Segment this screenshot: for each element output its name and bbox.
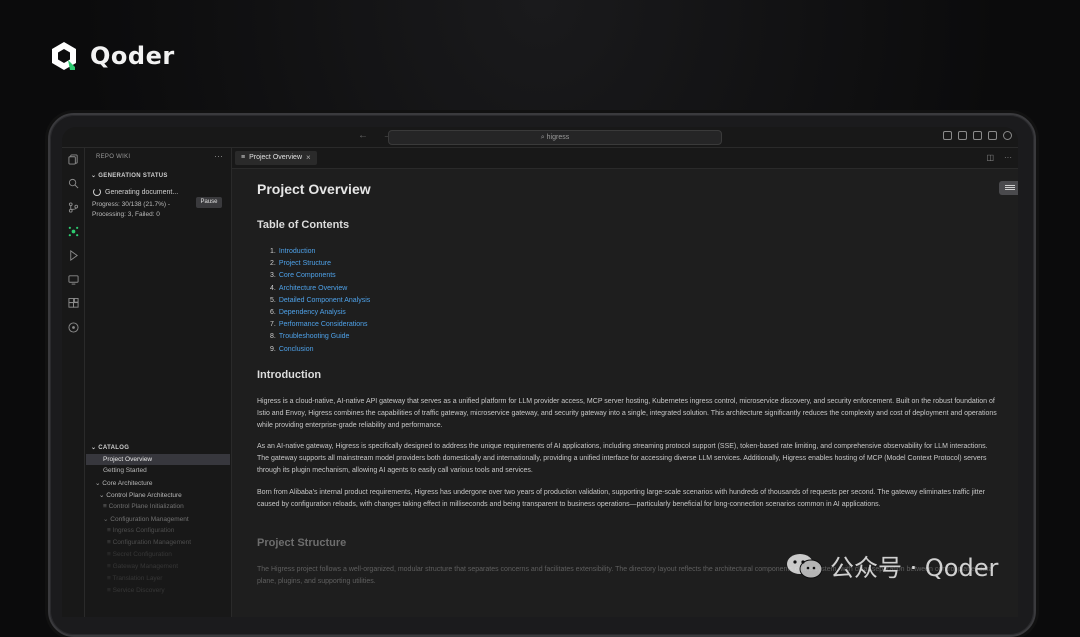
editor-tab-bar: ≡ Project Overview × ◫ ···: [232, 148, 1018, 169]
catalog-item-label: Core Architecture: [102, 480, 153, 487]
split-editor-icon[interactable]: ◫: [986, 153, 994, 162]
catalog-item-control-plane-initialization[interactable]: ≡ Control Plane Initialization: [103, 503, 184, 510]
wechat-icon: [787, 553, 823, 578]
tab-project-overview[interactable]: ≡ Project Overview ×: [235, 151, 317, 165]
source-control-icon[interactable]: [67, 202, 79, 214]
progress-text: Progress: 30/138 (21.7%) -: [92, 201, 171, 208]
toggle-sidebar-icon[interactable]: [958, 131, 967, 140]
loading-spinner-icon: [93, 188, 101, 196]
compass-icon[interactable]: [67, 322, 79, 334]
catalog-item-translation-layer[interactable]: ≡ Translation Layer: [107, 575, 162, 582]
command-search-input[interactable]: ⌕ higress: [388, 130, 722, 145]
catalog-item-getting-started[interactable]: Getting Started: [103, 467, 147, 474]
generation-status-row: Generating document...: [93, 188, 178, 196]
project-structure-heading: Project Structure: [257, 537, 347, 549]
brand-name: Qoder: [90, 42, 175, 70]
toc-item[interactable]: 7. Performance Considerations: [270, 319, 370, 331]
toc-item[interactable]: 6. Dependency Analysis: [270, 307, 370, 319]
catalog-item-label: Secret Configuration: [112, 551, 172, 558]
toc-heading: Table of Contents: [257, 219, 350, 231]
watermark-text: 公众号 · Qoder: [830, 554, 999, 582]
introduction-heading: Introduction: [257, 369, 322, 381]
catalog-heading[interactable]: ⌄ CATALOG: [91, 444, 129, 451]
toc-item[interactable]: 9. Conclusion: [270, 344, 370, 356]
generation-status-label: GENERATION STATUS: [98, 173, 168, 179]
account-icon[interactable]: [1003, 131, 1012, 140]
toc-item[interactable]: 2. Project Structure: [270, 258, 370, 270]
catalog-item-project-overview[interactable]: Project Overview: [86, 454, 230, 465]
tab-label: Project Overview: [249, 154, 302, 161]
catalog-item-secret-configuration[interactable]: ≡ Secret Configuration: [107, 551, 172, 558]
table-of-contents: 1. Introduction 2. Project Structure 3. Cor…: [270, 246, 370, 356]
toc-item[interactable]: 8. Troubleshooting Guide: [270, 331, 370, 343]
catalog-item-configuration-management-2[interactable]: ≡ Configuration Management: [107, 539, 191, 546]
toc-item[interactable]: 4. Architecture Overview: [270, 283, 370, 295]
wechat-watermark: 公众号 · Qoder: [786, 548, 998, 583]
remote-icon[interactable]: [67, 274, 79, 286]
generation-status-text: Generating document...: [105, 188, 179, 196]
catalog-item-core-architecture[interactable]: ⌄ Core Architecture: [95, 479, 152, 487]
activity-bar: [62, 148, 85, 617]
catalog-item-label: Control Plane Initialization: [108, 503, 184, 510]
intro-paragraph-1: Higress is a cloud-native, AI-native API…: [257, 398, 997, 430]
layout-icon[interactable]: [943, 131, 952, 140]
brand-header: Qoder: [48, 40, 175, 72]
menu-icon: [1005, 185, 1015, 186]
intro-paragraph-3: Born from Alibaba's internal product req…: [257, 489, 985, 509]
page-title: Project Overview: [257, 181, 371, 197]
generation-status-heading[interactable]: ⌄ GENERATION STATUS: [91, 172, 168, 179]
catalog-item-configuration-management[interactable]: ⌄ Configuration Management: [103, 515, 189, 523]
toc-item[interactable]: 3. Core Components: [270, 270, 370, 282]
toggle-secondary-sidebar-icon[interactable]: [988, 131, 997, 140]
catalog-item-label: Configuration Management: [112, 539, 192, 546]
search-text: higress: [546, 134, 570, 141]
catalog-item-service-discovery[interactable]: ≡ Service Discovery: [107, 587, 165, 594]
more-icon[interactable]: ···: [1004, 153, 1012, 162]
document-menu-button[interactable]: [999, 181, 1018, 195]
catalog-item-control-plane-architecture[interactable]: ⌄ Control Plane Architecture: [99, 491, 182, 499]
catalog-label: CATALOG: [98, 445, 130, 451]
doc-icon: ≡: [241, 154, 246, 161]
catalog-item-gateway-management[interactable]: ≡ Gateway Management: [107, 563, 178, 570]
repo-wiki-panel: REPO WIKI ··· ⌄ GENERATION STATUS Genera…: [85, 148, 232, 617]
toggle-panel-icon[interactable]: [973, 131, 982, 140]
catalog-item-label: Gateway Management: [112, 563, 179, 570]
repo-wiki-icon[interactable]: [67, 226, 79, 238]
pause-button[interactable]: Pause: [196, 197, 222, 208]
catalog-item-label: Ingress Configuration: [112, 527, 175, 534]
catalog-item-label: Translation Layer: [112, 575, 163, 582]
run-debug-icon[interactable]: [67, 250, 79, 262]
processing-text: Processing: 3, Failed: 0: [92, 211, 160, 218]
qoder-logo-icon: [52, 42, 76, 70]
ide-window: ← → ⌕ higress REPO WIKI ··· ⌄ GENERATION…: [62, 127, 1018, 617]
catalog-item-ingress-configuration[interactable]: ≡ Ingress Configuration: [107, 527, 174, 534]
search-icon[interactable]: [67, 178, 79, 190]
intro-paragraph-2: As an AI-native gateway, Higress is spec…: [257, 443, 988, 475]
files-icon[interactable]: [67, 154, 79, 166]
panel-title: REPO WIKI: [96, 154, 131, 160]
close-icon[interactable]: ×: [306, 151, 311, 165]
catalog-item-label: Service Discovery: [112, 587, 165, 594]
catalog-item-label: Control Plane Architecture: [106, 492, 182, 499]
titlebar-icons: [943, 131, 1012, 140]
editor-actions: ◫ ···: [986, 153, 1012, 162]
more-actions-icon[interactable]: ···: [214, 151, 223, 161]
title-bar: ← → ⌕ higress: [62, 127, 1018, 148]
extensions-icon[interactable]: [67, 298, 79, 310]
toc-item[interactable]: 1. Introduction: [270, 246, 370, 258]
catalog-item-label: Configuration Management: [110, 516, 189, 523]
toc-item[interactable]: 5. Detailed Component Analysis: [270, 295, 370, 307]
